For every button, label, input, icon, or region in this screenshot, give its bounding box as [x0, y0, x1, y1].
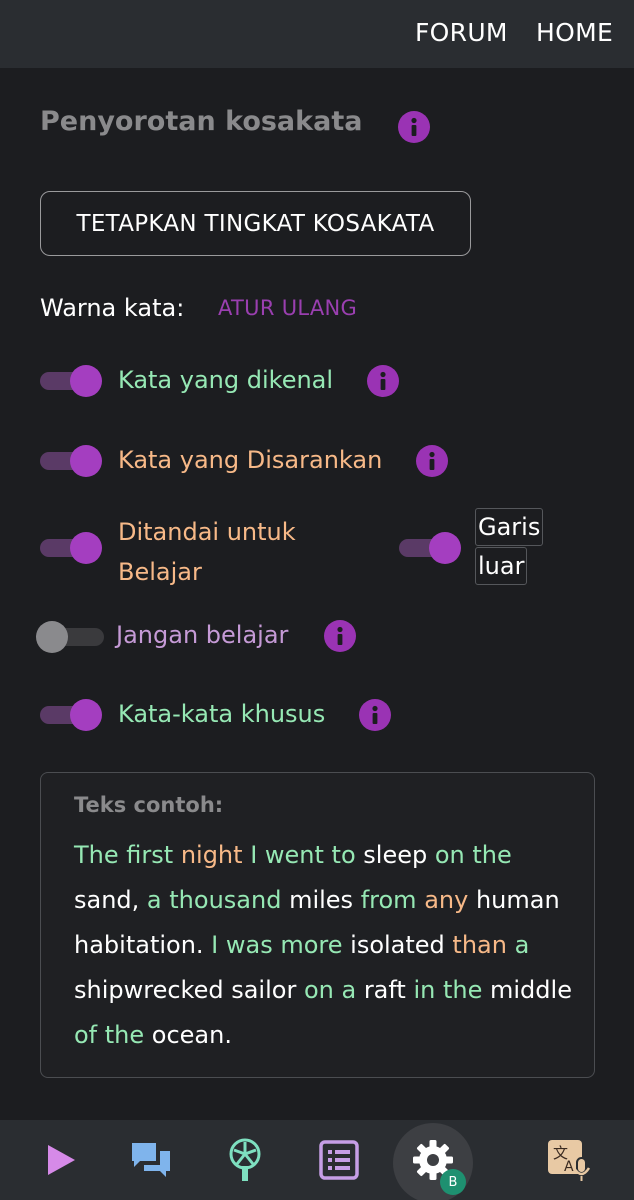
- plain-word-span: [173, 841, 181, 869]
- pinwheel-icon[interactable]: [205, 1120, 285, 1200]
- chat-icon[interactable]: [111, 1120, 191, 1200]
- special-words-toggle[interactable]: [40, 697, 104, 731]
- known-word-span: on a: [303, 976, 357, 1004]
- nav-home-link[interactable]: HOME: [536, 18, 613, 47]
- plain-word-span: ocean.: [144, 1021, 232, 1049]
- dont-learn-info-icon[interactable]: [324, 620, 356, 652]
- suggested-word-span: night: [180, 841, 243, 869]
- top-bar: FORUM HOME: [0, 0, 634, 68]
- known-word-span: The first: [74, 841, 174, 869]
- known-word-span: a: [514, 931, 530, 959]
- outline-toggle[interactable]: [399, 530, 463, 564]
- marked-for-learning-toggle[interactable]: [40, 530, 104, 564]
- sample-text: The first night I went to sleep on the s…: [74, 833, 574, 1058]
- sample-text-title: Teks contoh:: [74, 793, 224, 817]
- marked-for-learning-label: Ditandai untuk Belajar: [118, 512, 296, 592]
- marked-label-line2: Belajar: [118, 558, 202, 586]
- outline-label-line2: luar: [475, 547, 528, 585]
- info-icon[interactable]: [398, 111, 430, 143]
- special-words-label: Kata-kata khusus: [118, 700, 326, 728]
- known-words-info-icon[interactable]: [367, 365, 399, 397]
- known-word-span: I was more: [211, 931, 343, 959]
- suggested-word-span: than: [452, 931, 507, 959]
- nav-forum-link[interactable]: FORUM: [415, 18, 508, 47]
- known-words-label: Kata yang dikenal: [118, 366, 334, 394]
- word-color-label: Warna kata:: [40, 294, 185, 322]
- page-title: Penyorotan kosakata: [40, 106, 363, 137]
- suggested-words-label: Kata yang Disarankan: [118, 446, 383, 474]
- plain-word-span: shipwrecked sailor: [74, 976, 304, 1004]
- translate-icon[interactable]: 文 A: [529, 1120, 609, 1200]
- suggested-word-span: any: [424, 886, 469, 914]
- known-word-span: of the: [74, 1021, 145, 1049]
- bottom-nav: 文 A: [0, 1120, 634, 1200]
- plain-word-span: miles: [281, 886, 361, 914]
- svg-text:A: A: [564, 1159, 574, 1175]
- plain-word-span: isolated: [342, 931, 453, 959]
- marked-label-line1: Ditandai untuk: [118, 518, 296, 546]
- known-word-span: from: [360, 886, 417, 914]
- list-icon[interactable]: [299, 1120, 379, 1200]
- set-vocabulary-level-button[interactable]: TETAPKAN TINGKAT KOSAKATA: [40, 191, 471, 256]
- known-word-span: a thousand: [146, 886, 282, 914]
- sample-text-box: Teks contoh: The first night I went to s…: [40, 772, 595, 1078]
- special-words-info-icon[interactable]: [359, 699, 391, 731]
- reset-colors-link[interactable]: ATUR ULANG: [218, 296, 357, 320]
- outline-label: Garis luar: [475, 508, 544, 586]
- plain-word-span: [507, 931, 515, 959]
- plain-word-span: raft: [356, 976, 414, 1004]
- settings-badge: B: [440, 1169, 466, 1195]
- suggested-words-toggle[interactable]: [40, 443, 104, 477]
- suggested-words-info-icon[interactable]: [416, 445, 448, 477]
- dont-learn-toggle[interactable]: [36, 619, 104, 653]
- known-words-toggle[interactable]: [40, 363, 104, 397]
- play-icon[interactable]: [20, 1120, 100, 1200]
- plain-word-span: middle: [482, 976, 572, 1004]
- plain-word-span: sand,: [74, 886, 147, 914]
- plain-word-span: sleep: [355, 841, 435, 869]
- known-word-span: on the: [434, 841, 512, 869]
- known-word-span: I went to: [250, 841, 356, 869]
- known-word-span: in the: [413, 976, 483, 1004]
- dont-learn-label: Jangan belajar: [116, 621, 289, 649]
- outline-label-line1: Garis: [475, 508, 544, 546]
